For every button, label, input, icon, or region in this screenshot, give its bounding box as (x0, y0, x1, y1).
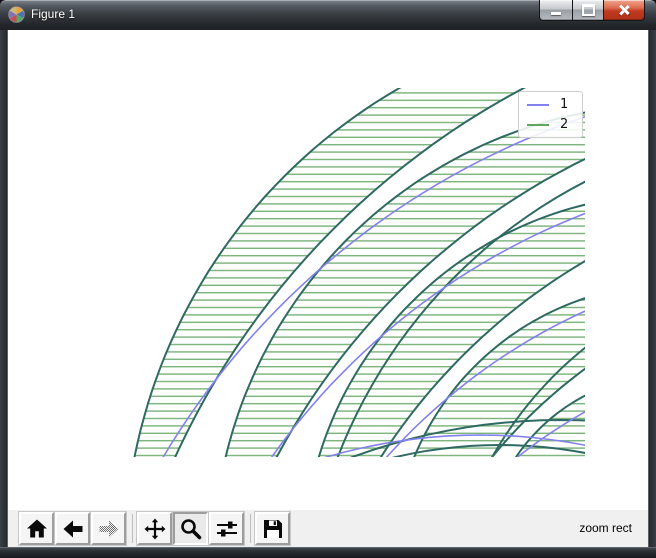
maximize-icon (581, 4, 595, 16)
figure-window: Figure 1 1 2 zoom rect (0, 0, 656, 558)
toolbar-separator (250, 514, 251, 543)
save-button[interactable] (254, 511, 291, 546)
window-controls (539, 0, 645, 21)
legend-label-1: 1 (560, 97, 569, 112)
legend-label-2: 2 (560, 117, 569, 132)
zoom-magnifier-icon (180, 518, 201, 539)
window-border-right (648, 30, 656, 547)
home-button[interactable] (18, 511, 55, 546)
minimize-icon (551, 11, 561, 15)
home-icon (26, 519, 47, 537)
legend-entry-1: 1 (519, 97, 582, 112)
sliders-icon (216, 521, 237, 536)
forward-button[interactable] (90, 511, 127, 546)
toolbar-status: zoom rect (579, 521, 632, 535)
save-floppy-icon (263, 519, 282, 538)
back-arrow-icon (63, 520, 82, 537)
pan-button[interactable] (136, 511, 173, 546)
plot-canvas[interactable]: 1 2 (8, 30, 648, 510)
navigation-toolbar: zoom rect (8, 510, 648, 547)
close-button[interactable] (604, 0, 645, 21)
back-button[interactable] (54, 511, 91, 546)
matplotlib-logo-icon (8, 6, 25, 23)
maximize-button[interactable] (573, 0, 604, 21)
window-title: Figure 1 (31, 7, 76, 21)
zoom-button[interactable] (172, 511, 209, 546)
configure-subplots-button[interactable] (208, 511, 245, 546)
window-border-left (0, 30, 8, 547)
close-icon (618, 4, 630, 16)
pan-icon (144, 518, 165, 539)
titlebar[interactable]: Figure 1 (0, 0, 656, 30)
legend-line-sample-2 (527, 123, 549, 126)
client-area: 1 2 zoom rect (8, 30, 648, 547)
matplotlib-app-icon (8, 6, 25, 23)
toolbar-separator (132, 514, 133, 543)
legend-entry-2: 2 (519, 117, 582, 132)
window-border-bottom[interactable] (0, 547, 656, 558)
forward-arrow-icon (99, 520, 118, 537)
legend: 1 2 (518, 91, 583, 138)
minimize-button[interactable] (539, 0, 573, 21)
legend-line-sample-1 (527, 103, 549, 106)
